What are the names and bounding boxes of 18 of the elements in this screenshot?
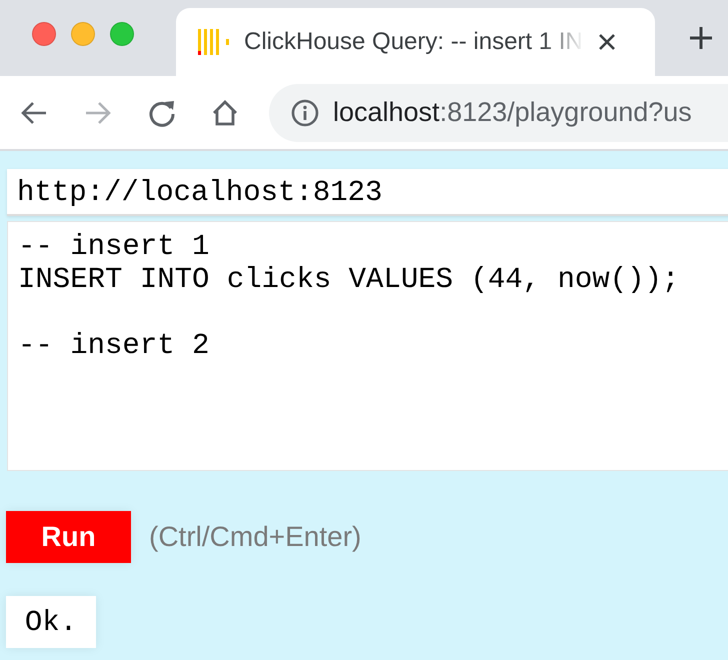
address-bar[interactable]: localhost:8123/playground?us bbox=[269, 84, 728, 142]
back-arrow-icon[interactable] bbox=[20, 100, 48, 124]
close-icon[interactable] bbox=[598, 33, 616, 51]
shortcut-hint: (Ctrl/Cmd+Enter) bbox=[149, 521, 362, 553]
close-window-icon[interactable] bbox=[32, 22, 56, 46]
info-icon[interactable] bbox=[291, 98, 319, 126]
bars-logo-icon bbox=[198, 29, 230, 55]
new-tab-icon[interactable] bbox=[689, 26, 713, 50]
query-editor[interactable]: -- insert 1 INSERT INTO clicks VALUES (44, now()); -- insert 2 bbox=[7, 221, 728, 471]
reload-icon[interactable] bbox=[148, 98, 176, 126]
run-button[interactable]: Run bbox=[6, 511, 131, 563]
result-output: Ok. bbox=[6, 596, 96, 648]
url-path: :8123/playground?us bbox=[440, 97, 692, 128]
tab-title: ClickHouse Query: -- insert 1 IN bbox=[244, 28, 584, 56]
server-url-field[interactable]: http://localhost:8123 bbox=[7, 169, 728, 216]
url-host: localhost bbox=[333, 97, 440, 128]
home-icon[interactable] bbox=[211, 100, 239, 126]
browser-tab[interactable]: ClickHouse Query: -- insert 1 IN bbox=[176, 8, 655, 76]
